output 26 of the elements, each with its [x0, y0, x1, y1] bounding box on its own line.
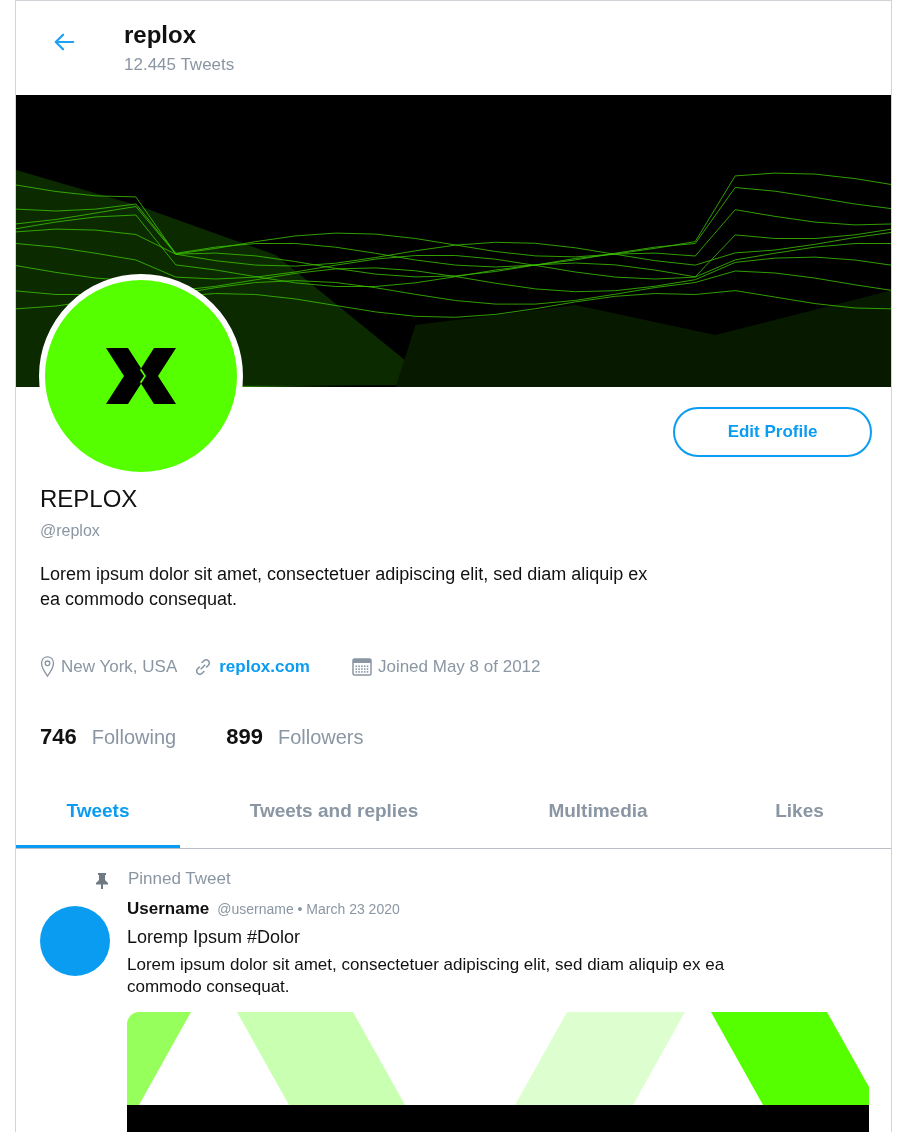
profile-title: replox [124, 21, 198, 49]
profile-tab[interactable]: Likes [708, 784, 891, 848]
stat-label[interactable]: Followers [277, 726, 364, 749]
user-handle: @replox [40, 522, 101, 540]
tweet-title: Loremp Ipsum #Dolor [127, 927, 302, 948]
profile-tab[interactable]: Tweets and replies [180, 784, 488, 848]
author-name[interactable]: Username [127, 899, 210, 919]
profile-tab[interactable]: Multimedia [488, 784, 708, 848]
tweet-text: Lorem ipsum dolor sit amet, consectetuer adipiscing elit, sed diam aliquip ex ea commodo consequat. [127, 954, 726, 998]
joined-date: Joined May 8 of 2012 [377, 657, 541, 677]
location-text: New York, USA [61, 657, 178, 677]
chevron-logo-icon [106, 348, 176, 404]
tweet-meta: @username • March 23 2020 [217, 901, 400, 917]
website-link[interactable]: replox.com [219, 657, 310, 677]
stat-label[interactable]: Following [91, 726, 177, 749]
profile-bio: Lorem ipsum dolor sit amet, consectetuer adipiscing elit, sed diam aliquip ex ea commodo consequat. [40, 563, 649, 611]
display-name: REPLOX [40, 485, 139, 513]
profile-tab[interactable]: Tweets [16, 784, 180, 848]
pinned-label: Pinned Tweet [128, 869, 231, 889]
calendar-icon [351, 657, 372, 677]
edit-profile-button[interactable]: Edit Profile [673, 407, 872, 457]
tweet-count: 12.445 Tweets [124, 55, 235, 75]
location-pin-icon [40, 656, 55, 678]
stat-count: 746 [40, 724, 77, 750]
stat-count: 899 [226, 724, 263, 750]
pin-icon [96, 872, 108, 889]
